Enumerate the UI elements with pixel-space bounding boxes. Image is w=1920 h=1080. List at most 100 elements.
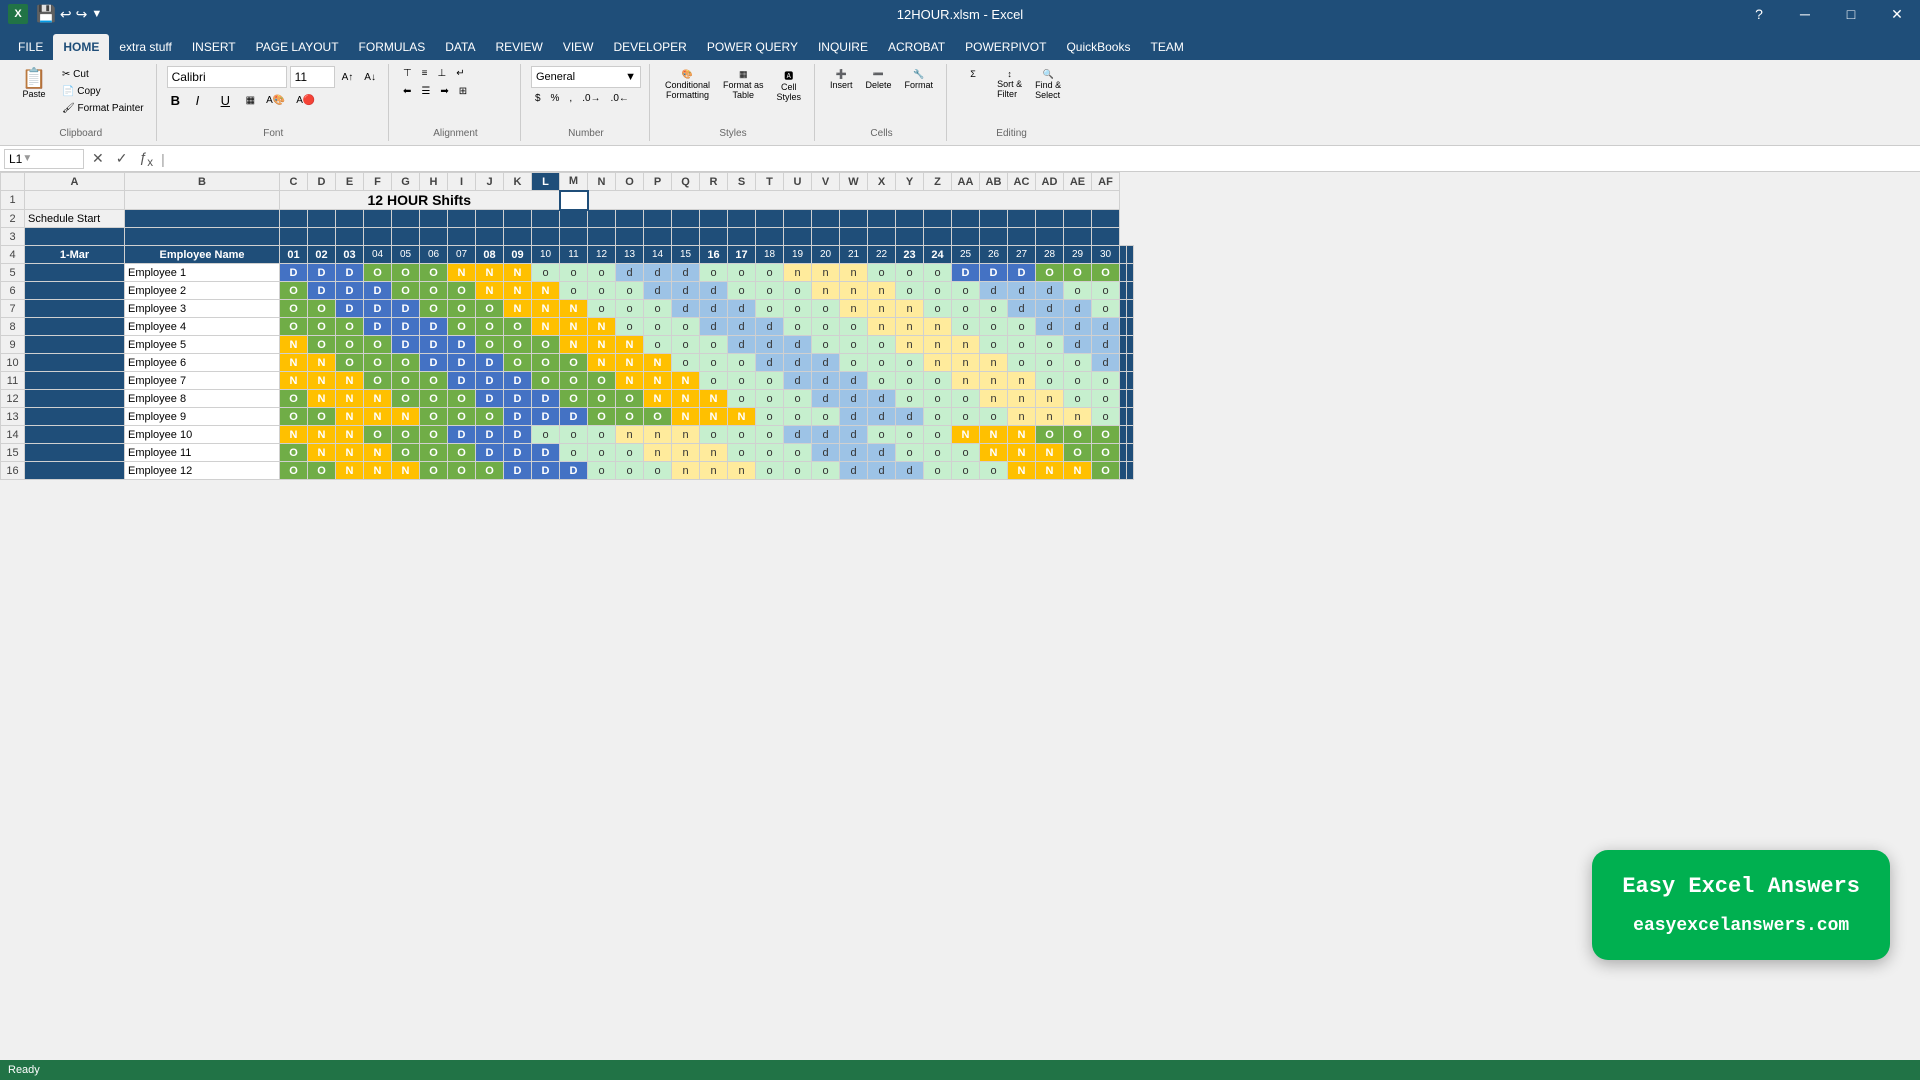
cell-shift-5-24[interactable]: n xyxy=(952,354,980,372)
row-num-2[interactable]: 2 xyxy=(1,210,25,228)
cell-shift-3-5[interactable]: D xyxy=(420,318,448,336)
cell-row3-25[interactable] xyxy=(924,228,952,246)
row-num-14[interactable]: 14 xyxy=(1,426,25,444)
cell-shift-1-21[interactable]: n xyxy=(868,282,896,300)
cell-shift-9-1[interactable]: N xyxy=(308,426,336,444)
cell-shift-11-18[interactable]: o xyxy=(784,462,812,480)
cell-shift-3-19[interactable]: o xyxy=(812,318,840,336)
cell-shift-11-11[interactable]: o xyxy=(588,462,616,480)
cell-shift-4-14[interactable]: o xyxy=(672,336,700,354)
cell-shift-6-4[interactable]: O xyxy=(392,372,420,390)
cell-shift-2-17[interactable]: o xyxy=(756,300,784,318)
cell-day-header-04[interactable]: 04 xyxy=(364,246,392,264)
cell-row2-6[interactable] xyxy=(420,210,448,228)
cell-day-header-22[interactable]: 22 xyxy=(868,246,896,264)
cell-shift-8-9[interactable]: D xyxy=(532,408,560,426)
cell-shift-1-5[interactable]: O xyxy=(420,282,448,300)
cell-title[interactable]: 12 HOUR Shifts xyxy=(280,191,560,210)
cell-shift-5-10[interactable]: O xyxy=(560,354,588,372)
cell-shift-2-24[interactable]: o xyxy=(952,300,980,318)
cell-shift-9-26[interactable]: N xyxy=(1008,426,1036,444)
cell-row2-14[interactable] xyxy=(644,210,672,228)
cell-shift-8-12[interactable]: O xyxy=(616,408,644,426)
cell-shift-3-12[interactable]: o xyxy=(616,318,644,336)
cell-row3-8[interactable] xyxy=(448,228,476,246)
format-as-table-button[interactable]: ▦ Format asTable xyxy=(718,66,769,106)
cell-shift-9-9[interactable]: o xyxy=(532,426,560,444)
cell-row2-26[interactable] xyxy=(980,210,1008,228)
tab-power-query[interactable]: POWER QUERY xyxy=(697,34,808,60)
format-button[interactable]: 🔧 Format xyxy=(900,66,939,106)
cell-shift-3-13[interactable]: o xyxy=(644,318,672,336)
insert-button[interactable]: ➕ Insert xyxy=(825,66,858,106)
cell-shift-10-6[interactable]: O xyxy=(448,444,476,462)
cell-shift-10-1[interactable]: N xyxy=(308,444,336,462)
cell-row2-17[interactable] xyxy=(728,210,756,228)
cell-shift-0-22[interactable]: o xyxy=(896,264,924,282)
cell-shift-0-29[interactable]: O xyxy=(1092,264,1120,282)
col-E[interactable]: E xyxy=(336,173,364,191)
cell-shift-11-23[interactable]: o xyxy=(924,462,952,480)
cell-shift-6-1[interactable]: N xyxy=(308,372,336,390)
cell-shift-1-16[interactable]: o xyxy=(728,282,756,300)
cell-emp-name-0[interactable]: Employee 1 xyxy=(125,264,280,282)
quick-access-redo[interactable]: ↪ xyxy=(76,6,88,23)
increase-decimal-button[interactable]: .0→ xyxy=(578,91,604,106)
cell-emp-name-7[interactable]: Employee 8 xyxy=(125,390,280,408)
cell-shift-4-4[interactable]: D xyxy=(392,336,420,354)
cell-shift-4-13[interactable]: o xyxy=(644,336,672,354)
cell-shift-4-15[interactable]: o xyxy=(700,336,728,354)
cell-shift-0-8[interactable]: N xyxy=(504,264,532,282)
cell-shift-8-3[interactable]: N xyxy=(364,408,392,426)
percent-button[interactable]: % xyxy=(547,91,564,106)
cell-shift-9-12[interactable]: n xyxy=(616,426,644,444)
cell-shift-2-10[interactable]: N xyxy=(560,300,588,318)
cell-shift-9-20[interactable]: d xyxy=(840,426,868,444)
cell-shift-2-29[interactable]: o xyxy=(1092,300,1120,318)
cell-shift-10-15[interactable]: n xyxy=(700,444,728,462)
col-V[interactable]: V xyxy=(812,173,840,191)
bold-button[interactable]: B xyxy=(167,91,189,110)
cell-shift-10-3[interactable]: N xyxy=(364,444,392,462)
cell-shift-2-19[interactable]: o xyxy=(812,300,840,318)
cell-shift-5-17[interactable]: d xyxy=(756,354,784,372)
cell-day-header-06[interactable]: 06 xyxy=(420,246,448,264)
cell-shift-3-16[interactable]: d xyxy=(728,318,756,336)
cell-shift-3-25[interactable]: o xyxy=(980,318,1008,336)
cell-shift-4-3[interactable]: O xyxy=(364,336,392,354)
cell-reference-box[interactable]: L1 ▼ xyxy=(4,149,84,169)
cell-shift-0-19[interactable]: n xyxy=(812,264,840,282)
cell-shift-5-19[interactable]: d xyxy=(812,354,840,372)
col-N[interactable]: N xyxy=(588,173,616,191)
cell-shift-8-21[interactable]: d xyxy=(868,408,896,426)
cell-shift-6-2[interactable]: N xyxy=(336,372,364,390)
cell-shift-1-8[interactable]: N xyxy=(504,282,532,300)
cell-shift-2-27[interactable]: d xyxy=(1036,300,1064,318)
cell-shift-4-28[interactable]: d xyxy=(1064,336,1092,354)
cell-shift-8-25[interactable]: o xyxy=(980,408,1008,426)
cell-shift-11-26[interactable]: N xyxy=(1008,462,1036,480)
cell-A16[interactable] xyxy=(25,462,125,480)
cell-shift-7-8[interactable]: D xyxy=(504,390,532,408)
tab-data[interactable]: DATA xyxy=(435,34,485,60)
cell-shift-7-14[interactable]: N xyxy=(672,390,700,408)
cell-day-header-15[interactable]: 15 xyxy=(672,246,700,264)
tab-inquire[interactable]: INQUIRE xyxy=(808,34,878,60)
cell-A5[interactable] xyxy=(25,264,125,282)
align-bottom-button[interactable]: ⊥ xyxy=(434,66,451,81)
cell-shift-4-26[interactable]: o xyxy=(1008,336,1036,354)
cell-shift-11-10[interactable]: D xyxy=(560,462,588,480)
tab-page-layout[interactable]: PAGE LAYOUT xyxy=(246,34,349,60)
cell-shift-1-10[interactable]: o xyxy=(560,282,588,300)
cell-shift-7-29[interactable]: o xyxy=(1092,390,1120,408)
cell-shift-6-14[interactable]: N xyxy=(672,372,700,390)
cell-day-header-11[interactable]: 11 xyxy=(560,246,588,264)
cell-shift-10-11[interactable]: o xyxy=(588,444,616,462)
cell-shift-9-28[interactable]: O xyxy=(1064,426,1092,444)
cell-shift-0-24[interactable]: D xyxy=(952,264,980,282)
cell-shift-3-0[interactable]: O xyxy=(280,318,308,336)
cell-B1[interactable] xyxy=(125,191,280,210)
format-painter-button[interactable]: 🖌 Format Painter xyxy=(58,101,148,116)
cell-shift-11-24[interactable]: o xyxy=(952,462,980,480)
cell-shift-1-15[interactable]: d xyxy=(700,282,728,300)
